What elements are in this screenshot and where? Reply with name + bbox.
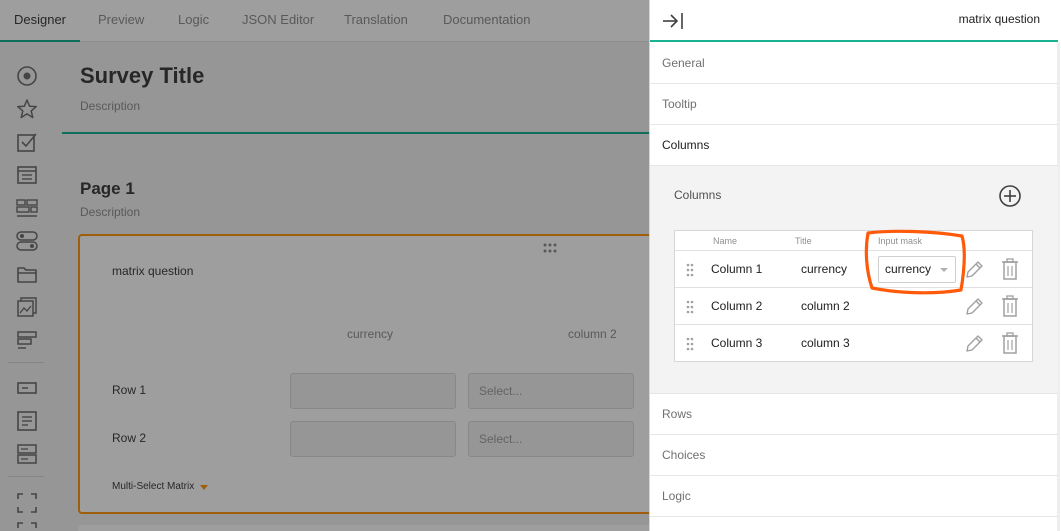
property-grid-panel: matrix question General Tooltip Columns … — [649, 0, 1061, 531]
header-title: Title — [795, 236, 812, 246]
column-name[interactable]: Column 1 — [711, 262, 762, 276]
chevron-down-icon — [940, 268, 948, 272]
columns-section-body: Columns Name Title Input mask Column 1 c… — [650, 166, 1058, 394]
column-title[interactable]: currency — [801, 262, 847, 276]
edit-pencil-icon[interactable] — [963, 259, 985, 281]
column-row: Column 2 column 2 — [675, 288, 1032, 325]
add-column-icon[interactable] — [998, 184, 1022, 208]
drag-handle-icon[interactable] — [685, 263, 695, 277]
columns-table: Name Title Input mask Column 1 currency … — [674, 230, 1033, 362]
property-grid-header: matrix question — [650, 0, 1058, 42]
section-columns[interactable]: Columns — [650, 125, 1058, 166]
section-general[interactable]: General — [650, 43, 1058, 84]
header-name: Name — [713, 236, 738, 246]
column-title[interactable]: column 3 — [801, 336, 850, 350]
section-logic[interactable]: Logic — [650, 476, 1058, 517]
column-name[interactable]: Column 3 — [711, 336, 762, 350]
modal-overlay[interactable] — [0, 0, 649, 531]
header-input-mask: Input mask — [878, 236, 923, 246]
collapse-panel-icon[interactable] — [662, 11, 684, 31]
column-title[interactable]: column 2 — [801, 299, 850, 313]
edit-pencil-icon[interactable] — [963, 333, 985, 355]
column-row: Column 3 column 3 — [675, 325, 1032, 362]
column-row: Column 1 currency currency — [675, 251, 1032, 288]
edit-pencil-icon[interactable] — [963, 296, 985, 318]
drag-handle-icon[interactable] — [685, 300, 695, 314]
drag-handle-icon[interactable] — [685, 337, 695, 351]
selected-object-name: matrix question — [958, 12, 1040, 26]
trash-icon[interactable] — [1001, 332, 1019, 354]
trash-icon[interactable] — [1001, 295, 1019, 317]
section-rows[interactable]: Rows — [650, 394, 1058, 435]
section-choices[interactable]: Choices — [650, 435, 1058, 476]
input-mask-value: currency — [885, 262, 932, 276]
section-tooltip[interactable]: Tooltip — [650, 84, 1058, 125]
input-mask-dropdown[interactable]: currency — [878, 256, 956, 283]
columns-editor-label: Columns — [674, 188, 722, 202]
trash-icon[interactable] — [1001, 258, 1019, 280]
column-name[interactable]: Column 2 — [711, 299, 762, 313]
